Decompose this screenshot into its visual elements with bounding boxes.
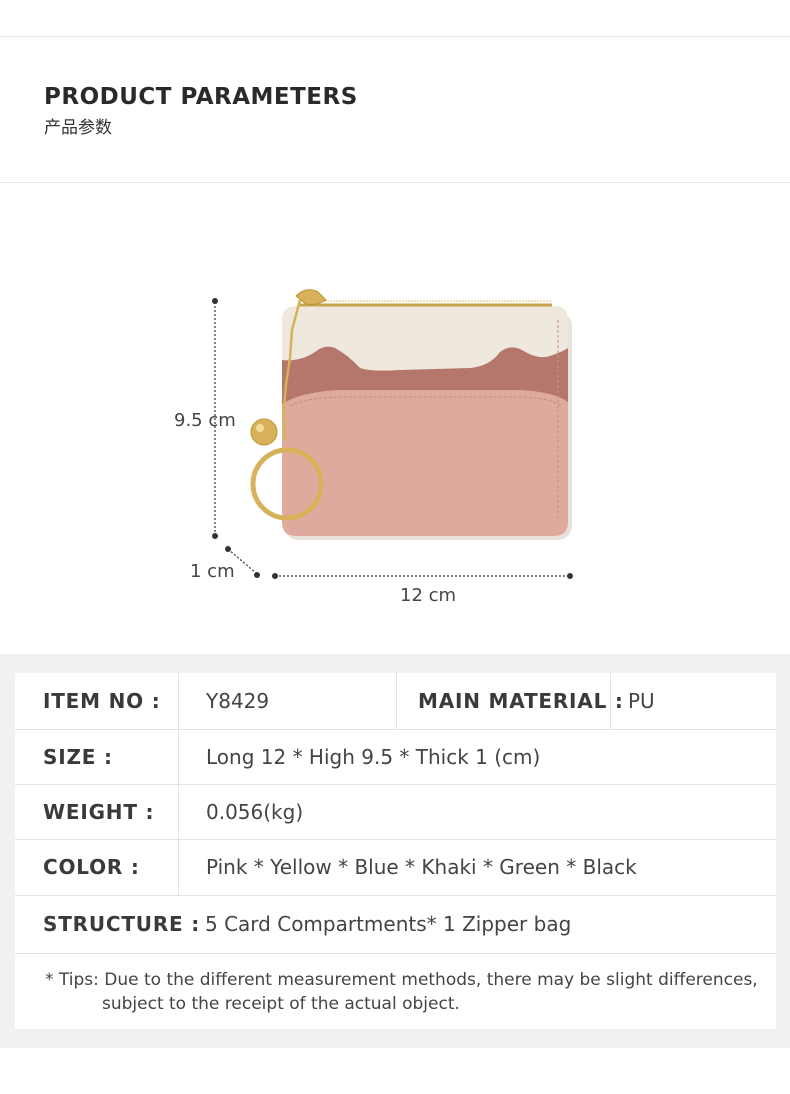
length-label: 12 cm (400, 585, 457, 606)
header-divider (0, 182, 790, 183)
item-no-label: ITEM NO : (43, 689, 161, 713)
item-no-value: Y8429 (206, 689, 270, 713)
main-material-label: MAIN MATERIAL : (418, 689, 624, 713)
param-row-item-no: ITEM NO : Y8429 MAIN MATERIAL : PU (15, 673, 776, 730)
page-title: PRODUCT PARAMETERS (44, 84, 358, 110)
weight-value: 0.056(kg) (206, 799, 304, 824)
param-row-color: COLOR : Pink * Yellow * Blue * Khaki * G… (15, 839, 776, 896)
tips-note: * Tips: Due to the different measurement… (45, 968, 765, 1016)
color-value: Pink * Yellow * Blue * Khaki * Green * B… (206, 855, 637, 879)
weight-label: WEIGHT : (43, 799, 155, 824)
color-label: COLOR : (43, 855, 140, 879)
size-label: SIZE : (43, 744, 113, 769)
height-label: 9.5 cm (174, 410, 236, 431)
param-row-structure: STRUCTURE : 5 Card Compartments* 1 Zippe… (15, 895, 776, 954)
bell-charm (250, 418, 278, 446)
param-row-weight: WEIGHT : 0.056(kg) (15, 784, 776, 840)
parameters-table: ITEM NO : Y8429 MAIN MATERIAL : PU SIZE … (15, 673, 776, 1029)
page-subtitle: 产品参数 (44, 118, 112, 138)
param-row-size: SIZE : Long 12 * High 9.5 * Thick 1 (cm) (15, 729, 776, 785)
main-material-value: PU (628, 689, 655, 713)
size-value: Long 12 * High 9.5 * Thick 1 (cm) (206, 744, 541, 769)
depth-label: 1 cm (190, 561, 235, 582)
top-divider (0, 36, 790, 37)
structure-value: 5 Card Compartments* 1 Zipper bag (205, 912, 572, 936)
structure-label: STRUCTURE : (43, 912, 201, 936)
tips-line-1: * Tips: Due to the different measurement… (45, 970, 758, 990)
parameters-section: ITEM NO : Y8429 MAIN MATERIAL : PU SIZE … (0, 654, 790, 1048)
product-image-area: 9.5 cm 1 cm 12 cm (0, 184, 790, 654)
wallet-pink-panel (282, 390, 568, 536)
wallet-illustration (212, 289, 573, 579)
tips-line-2: subject to the receipt of the actual obj… (102, 994, 460, 1014)
